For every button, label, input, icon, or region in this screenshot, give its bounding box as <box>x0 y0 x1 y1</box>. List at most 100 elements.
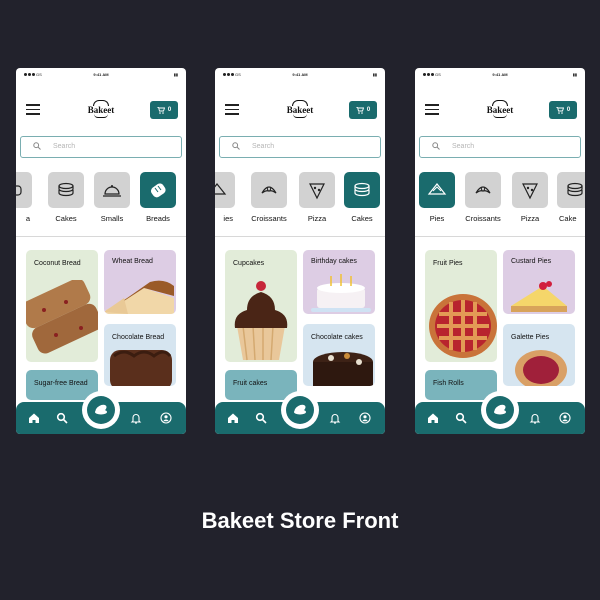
category-item-breads[interactable]: Breads <box>140 172 176 223</box>
search-input[interactable]: Search <box>419 136 581 158</box>
cart-button[interactable]: 0 <box>150 101 178 119</box>
product-card-chocolate-bread[interactable]: Chocolate Bread <box>104 324 176 386</box>
profile-icon[interactable] <box>160 412 172 424</box>
category-item-croissants[interactable]: Croissants <box>465 172 501 223</box>
pizza-slice-icon <box>522 183 538 200</box>
search-icon <box>33 142 41 150</box>
search-input[interactable]: Search <box>20 136 182 158</box>
search-placeholder: Search <box>452 143 475 150</box>
pie-icon <box>427 183 447 195</box>
cloche-icon <box>103 185 121 197</box>
bell-icon[interactable] <box>529 412 541 424</box>
croissant-icon <box>475 186 491 194</box>
status-bar: GS 9:41 AM ▮▮ <box>423 72 577 80</box>
center-bake-button[interactable] <box>481 391 519 429</box>
status-bar: GS 9:41 AM ▮▮ <box>24 72 178 80</box>
category-row: a Cakes Smalls Breads <box>16 172 186 232</box>
home-icon[interactable] <box>427 412 439 424</box>
category-item-cakes[interactable]: Cakes <box>344 172 380 223</box>
presentation-caption: Bakeet Store Front <box>201 508 399 533</box>
search-icon[interactable] <box>255 412 267 424</box>
card-title: Cupcakes <box>233 260 265 267</box>
category-item-cakes[interactable]: Cakes <box>48 172 84 223</box>
category-item-cake[interactable]: Cake <box>557 172 585 223</box>
status-time: 9:41 AM <box>492 72 508 77</box>
product-card-galette-pies[interactable]: Galette Pies <box>503 324 575 386</box>
card-title: Birthday cakes <box>311 258 357 265</box>
category-item-croissants[interactable]: Croissants <box>251 172 287 223</box>
card-title: Fruit cakes <box>233 380 268 387</box>
product-card-custard-pies[interactable]: Custard Pies <box>503 250 575 314</box>
cart-icon <box>156 106 165 114</box>
product-card-birthday-cakes[interactable]: Birthday cakes <box>303 250 375 314</box>
pie-icon <box>215 183 227 195</box>
cupcake-image <box>234 281 288 361</box>
status-time: 9:41 AM <box>292 72 308 77</box>
search-icon <box>432 142 440 150</box>
bread-basket-icon <box>95 404 107 415</box>
status-time: 9:41 AM <box>93 72 109 77</box>
category-item-pizza[interactable]: Pizza <box>512 172 548 223</box>
product-card-cupcakes[interactable]: Cupcakes <box>225 250 297 362</box>
divider <box>215 236 385 237</box>
bread-basket-icon <box>294 404 306 415</box>
card-title: Sugar-free Bread <box>34 380 88 387</box>
bell-icon[interactable] <box>329 412 341 424</box>
status-bar: GS 9:41 AM ▮▮ <box>223 72 377 80</box>
category-item[interactable]: a <box>16 172 32 223</box>
bread-image <box>26 280 98 354</box>
pancake-stack-icon <box>58 182 74 197</box>
battery-icon: ▮▮ <box>572 72 577 77</box>
card-title: Coconut Bread <box>34 260 81 267</box>
product-card-fruit-pies[interactable]: Fruit Pies <box>425 250 497 362</box>
divider <box>16 236 186 237</box>
home-icon[interactable] <box>227 412 239 424</box>
bread-image <box>104 280 174 314</box>
product-card-chocolate-cakes[interactable]: Chocolate cakes <box>303 324 375 386</box>
search-icon[interactable] <box>455 412 467 424</box>
bread-icon <box>16 185 22 196</box>
card-title: Wheat Bread <box>112 258 153 265</box>
category-item[interactable]: ies <box>215 172 235 223</box>
category-item-smalls[interactable]: Smalls <box>94 172 130 223</box>
card-title: Fish Rolls <box>433 380 464 387</box>
card-title: Fruit Pies <box>433 260 463 267</box>
search-icon[interactable] <box>56 412 68 424</box>
category-item-pizza[interactable]: Pizza <box>299 172 335 223</box>
bell-icon[interactable] <box>130 412 142 424</box>
center-bake-button[interactable] <box>281 391 319 429</box>
bread-basket-icon <box>494 404 506 415</box>
product-card-coconut-bread[interactable]: Coconut Bread <box>26 250 98 362</box>
card-title: Chocolate cakes <box>311 334 363 341</box>
cart-count: 0 <box>366 107 371 113</box>
category-row: ies Croissants Pizza Cakes <box>215 172 385 232</box>
product-card-wheat-bread[interactable]: Wheat Bread <box>104 250 176 314</box>
cart-button[interactable]: 0 <box>549 101 577 119</box>
phone-screen-pies: GS 9:41 AM ▮▮ Bakeet 0 Search Pies Crois… <box>415 68 585 434</box>
battery-icon: ▮▮ <box>173 72 178 77</box>
cart-button[interactable]: 0 <box>349 101 377 119</box>
search-placeholder: Search <box>53 143 76 150</box>
home-icon[interactable] <box>28 412 40 424</box>
card-title: Chocolate Bread <box>112 334 165 341</box>
search-input[interactable]: Search <box>219 136 381 158</box>
category-item-pies[interactable]: Pies <box>419 172 455 223</box>
center-bake-button[interactable] <box>82 391 120 429</box>
search-icon <box>232 142 240 150</box>
profile-icon[interactable] <box>359 412 371 424</box>
phone-screen-breads: GS 9:41 AM ▮▮ Bakeet 0 Search a Cakes Sm… <box>16 68 186 434</box>
cart-count: 0 <box>566 107 571 113</box>
cart-icon <box>355 106 364 114</box>
cake-image <box>311 274 371 312</box>
bread-image <box>110 350 172 386</box>
bread-loaf-icon <box>150 183 166 198</box>
profile-icon[interactable] <box>559 412 571 424</box>
cart-count: 0 <box>167 107 172 113</box>
card-title: Galette Pies <box>511 334 550 341</box>
battery-icon: ▮▮ <box>372 72 377 77</box>
cart-icon <box>555 106 564 114</box>
pie-image <box>429 294 497 358</box>
category-row: Pies Croissants Pizza Cake <box>415 172 585 232</box>
divider <box>415 236 585 237</box>
pizza-slice-icon <box>309 183 325 200</box>
